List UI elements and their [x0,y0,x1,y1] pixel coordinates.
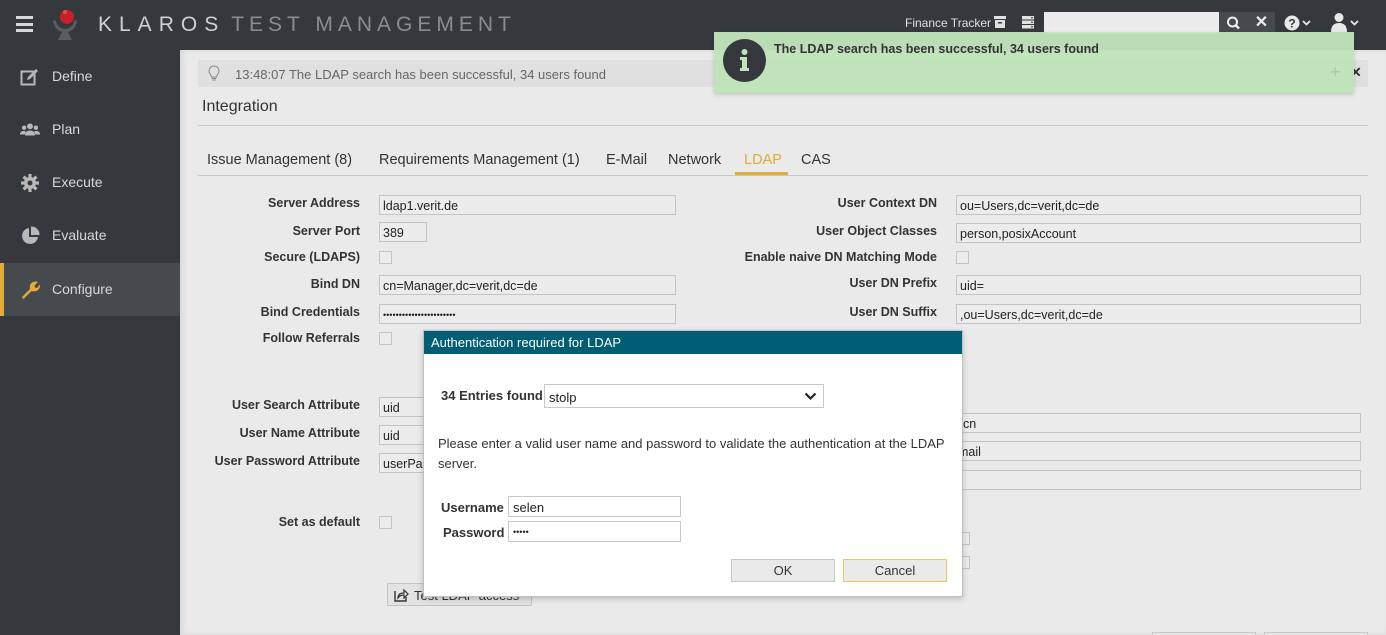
sidebar-item-label: Configure [52,281,113,297]
sidebar-item-configure[interactable]: Configure [0,263,180,316]
ldap-auth-dialog: Authentication required for LDAP 34 Entr… [423,330,963,597]
set-as-default-checkbox[interactable] [379,516,392,529]
selected-entry: stolp [549,390,577,405]
secure-ldaps-label: Secure (LDAPS) [264,250,360,264]
server-icon[interactable] [1020,14,1036,30]
pie-chart-icon [22,226,40,244]
user-name-attribute-label: User Name Attribute [239,426,360,440]
archive-icon[interactable] [992,14,1008,30]
user-object-classes-label: User Object Classes [816,224,937,238]
tab-email[interactable]: E-Mail [606,152,647,168]
username-label: Username [441,500,504,515]
project-name[interactable]: Finance Tracker [905,16,991,30]
username-input[interactable]: selen [508,496,681,517]
tab-cas[interactable]: CAS [801,152,831,168]
user-search-attribute-label: User Search Attribute [231,398,360,412]
tab-requirements-management[interactable]: Requirements Management (1) [379,152,580,168]
user-object-classes-field[interactable]: person,posixAccount [956,223,1361,243]
chevron-down-icon [804,392,817,401]
sidebar-item-label: Evaluate [52,227,107,243]
sidebar-item-define[interactable]: Define [0,50,180,103]
bind-dn-label: Bind DN [310,277,360,291]
active-tab-indicator [735,172,788,175]
naive-dn-matching-label: Enable naive DN Matching Mode [744,250,937,264]
user-email-field[interactable]: mail [940,441,1361,461]
sidebar-item-label: Plan [52,121,81,137]
user-dn-prefix-field[interactable]: uid= [956,275,1361,295]
brand-secondary: TEST MANAGEMENT [231,13,516,36]
gear-icon [21,174,39,192]
svg-text:?: ? [1288,17,1295,31]
server-port-field[interactable]: 389 [379,222,427,242]
tab-issue-management[interactable]: Issue Management (8) [207,152,352,168]
server-address-label: Server Address [268,196,360,210]
user-menu-icon[interactable] [1330,12,1362,34]
notification-toast: The LDAP search has been successful, 34 … [714,32,1354,93]
server-address-field[interactable]: ldap1.verit.de [379,195,676,215]
clear-search-button[interactable]: ✕ [1248,12,1275,34]
follow-referrals-checkbox[interactable] [379,332,392,345]
help-icon[interactable]: ? [1284,12,1314,34]
password-input[interactable]: ••••• [508,521,681,542]
sidebar-item-label: Define [52,68,93,84]
dialog-header[interactable]: Authentication required for LDAP [424,331,962,354]
cancel-button[interactable]: Cancel [843,559,947,582]
page-title: Integration [202,98,278,115]
hamburger-menu-icon[interactable] [16,16,33,32]
tab-bar: Issue Management (8) Requirements Manage… [198,145,1368,176]
pin-icon[interactable]: + [1330,62,1341,83]
divider [198,125,1368,126]
right-empty-field[interactable] [940,470,1361,490]
bind-dn-field[interactable]: cn=Manager,dc=verit,dc=de [379,275,676,295]
user-dn-suffix-field[interactable]: ,ou=Users,dc=verit,dc=de [956,304,1361,324]
brand-primary: KLAROS [98,13,226,36]
info-icon [723,39,766,82]
user-context-dn-label: User Context DN [837,196,937,210]
tab-ldap[interactable]: LDAP [744,152,782,168]
dialog-instructions: Please enter a valid user name and passw… [438,436,945,471]
close-icon: ✕ [1254,14,1269,31]
sidebar-item-label: Execute [52,174,103,190]
user-entry-select[interactable]: stolp [544,384,824,408]
brand-title: KLAROS TEST MANAGEMENT [98,13,516,37]
wrench-icon [22,281,40,299]
secure-ldaps-checkbox[interactable] [379,251,392,264]
bind-credentials-label: Bind Credentials [260,305,360,319]
password-label: Password [443,525,505,540]
users-icon [20,123,40,136]
tab-network[interactable]: Network [668,152,721,168]
sidebar-item-evaluate[interactable]: Evaluate [0,209,180,262]
search-input[interactable] [1044,12,1219,34]
user-context-dn-field[interactable]: ou=Users,dc=verit,dc=de [956,195,1361,215]
user-password-attribute-label: User Password Attribute [214,454,360,468]
set-as-default-label: Set as default [278,515,360,529]
user-dn-prefix-label: User DN Prefix [849,276,937,290]
search-button[interactable] [1219,12,1248,34]
follow-referrals-label: Follow Referrals [262,331,360,345]
naive-dn-matching-checkbox[interactable] [956,251,969,264]
share-icon [394,588,409,602]
search-icon [1227,16,1240,30]
entries-found-label: 34 Entries found [441,388,543,403]
sidebar-item-plan[interactable]: Plan [0,103,180,156]
sidebar-item-execute[interactable]: Execute [0,156,180,209]
bind-credentials-field[interactable]: ••••••••••••••••••••••• [379,304,676,324]
klaros-logo [53,10,77,40]
server-port-label: Server Port [292,224,360,238]
edit-icon [20,69,38,86]
message-text: 13:48:07 The LDAP search has been succes… [235,67,606,82]
ok-button[interactable]: OK [731,559,835,582]
dialog-title: Authentication required for LDAP [431,335,622,350]
sidebar: Define Plan Execute Evaluate Configure [0,50,180,635]
user-display-name-field[interactable]: cn [940,413,1361,433]
notification-text: The LDAP search has been successful, 34 … [774,42,1099,56]
lightbulb-icon [208,65,220,81]
user-dn-suffix-label: User DN Suffix [849,305,937,319]
